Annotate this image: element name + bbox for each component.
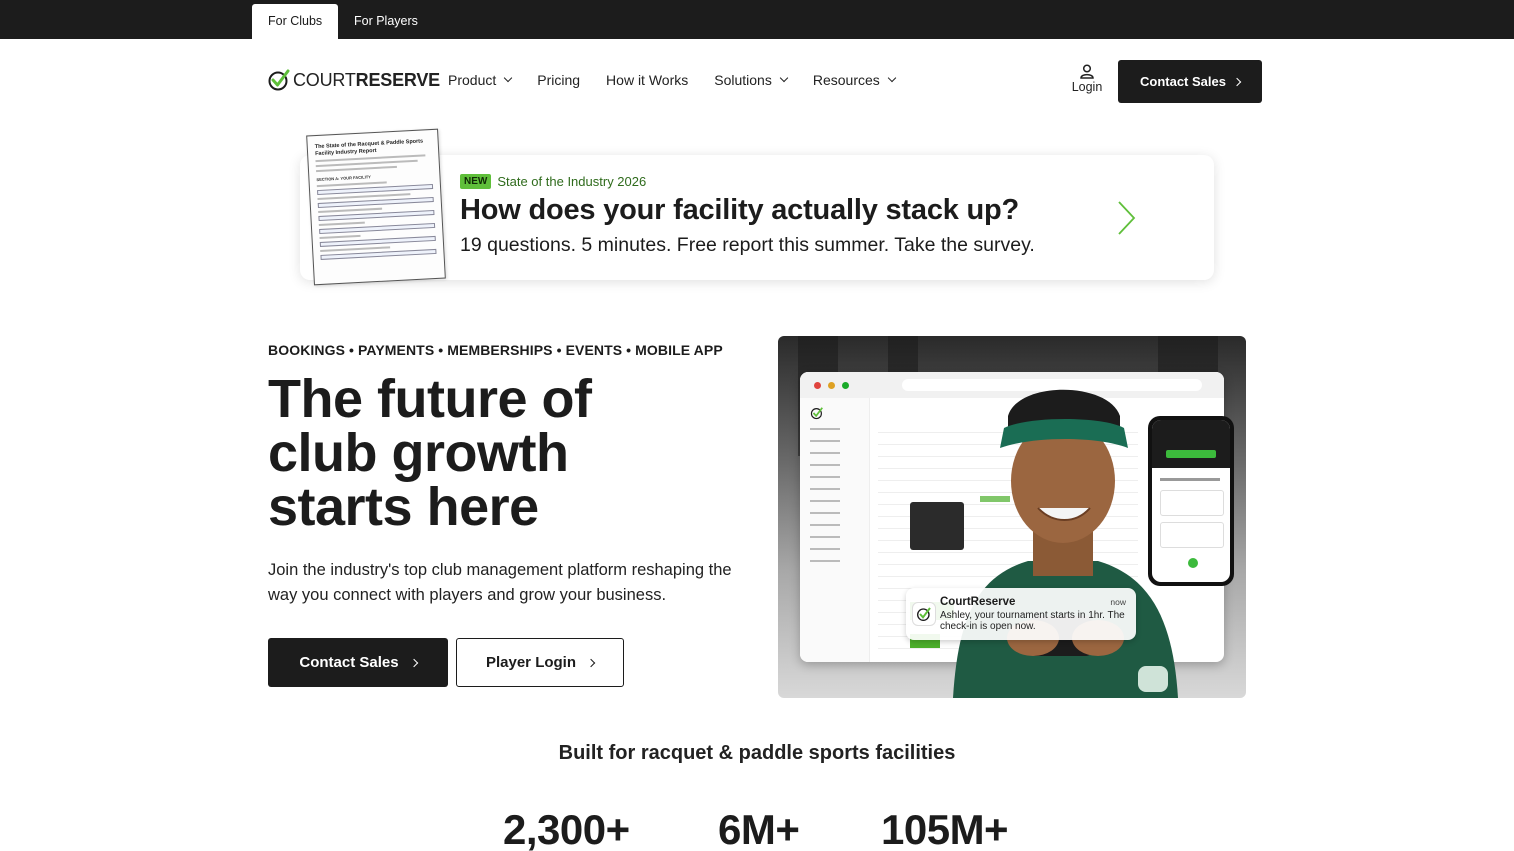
main-nav: Product Pricing How it Works Solutions R… — [448, 70, 897, 90]
stat-facilities: 2,300+ — [503, 806, 630, 851]
notification-time: now — [1110, 597, 1126, 607]
headline-line: club growth — [268, 423, 569, 483]
nav-label: Resources — [812, 72, 880, 88]
audience-bar: For Clubs For Players — [0, 0, 1514, 39]
hero-subtext: Join the industry's top club management … — [268, 561, 732, 604]
chevron-down-icon — [779, 73, 789, 83]
checkmark-logo-icon — [810, 407, 823, 420]
notification-app-name: CourtReserve — [940, 596, 1016, 608]
hero-headline: The future of club growth starts here — [268, 372, 748, 534]
stat-players: 6M+ — [718, 806, 800, 851]
hero-contact-sales-button[interactable]: Contact Sales — [268, 638, 448, 687]
nav-product[interactable]: Product — [448, 70, 513, 90]
logo-text: COURTRESERVE — [293, 69, 440, 90]
nav-solutions[interactable]: Solutions — [714, 70, 789, 90]
chevron-down-icon — [887, 73, 897, 83]
chevron-down-icon — [504, 73, 513, 83]
button-label: Contact Sales — [299, 654, 399, 671]
user-icon — [1080, 64, 1094, 79]
nav-pricing[interactable]: Pricing — [537, 70, 580, 90]
nav-how-it-works[interactable]: How it Works — [606, 70, 688, 90]
headline-line: The future of — [268, 369, 592, 429]
banner-title: How does your facility actually stack up… — [460, 194, 1020, 226]
push-notification: CourtReserve now Ashley, your tournament… — [906, 588, 1136, 640]
chevron-right-icon — [409, 658, 418, 667]
checkmark-logo-icon — [268, 69, 290, 91]
hero-image: CourtReserve now Ashley, your tournament… — [778, 336, 1246, 698]
survey-document-image: The State of the Racquet & Paddle Sports… — [306, 128, 446, 286]
nav-label: How it Works — [606, 72, 689, 88]
button-label: Player Login — [485, 654, 577, 671]
nav-label: Product — [448, 72, 497, 88]
login-label: Login — [1071, 80, 1103, 94]
login-link[interactable]: Login — [1066, 64, 1108, 94]
courtreserve-logo[interactable]: COURTRESERVE — [268, 66, 440, 94]
nav-label: Solutions — [714, 72, 772, 88]
hero-eyebrow: BOOKINGS • PAYMENTS • MEMBERSHIPS • EVEN… — [268, 342, 723, 358]
new-badge: NEW — [460, 174, 492, 189]
doc-section: SECTION A: YOUR FACILITY — [316, 174, 372, 183]
chevron-right-icon — [1232, 77, 1242, 86]
banner-label: State of the Industry 2026 — [497, 174, 647, 189]
checkmark-logo-icon — [916, 607, 931, 621]
button-label: Contact Sales — [1140, 74, 1226, 89]
stat-reservations: 105M+ — [881, 806, 1009, 851]
mobile-app-screenshot — [1148, 416, 1234, 586]
banner-subtitle[interactable]: 19 questions. 5 minutes. Free report thi… — [460, 234, 1035, 257]
tab-for-clubs[interactable]: For Clubs — [252, 4, 339, 39]
nav-label: Pricing — [537, 72, 581, 88]
notification-message: Ashley, your tournament starts in 1hr. T… — [940, 610, 1125, 632]
stats-heading: Built for racquet & paddle sports facili… — [558, 742, 956, 764]
player-login-button[interactable]: Player Login — [456, 638, 624, 687]
header-contact-sales-button[interactable]: Contact Sales — [1118, 60, 1262, 103]
tab-for-players[interactable]: For Players — [338, 4, 434, 39]
headline-line: starts here — [268, 477, 539, 537]
chevron-right-icon — [586, 658, 596, 667]
nav-resources[interactable]: Resources — [812, 70, 897, 90]
chevron-right-icon[interactable] — [1114, 200, 1138, 236]
banner-badge-row: NEW State of the Industry 2026 — [460, 174, 646, 189]
